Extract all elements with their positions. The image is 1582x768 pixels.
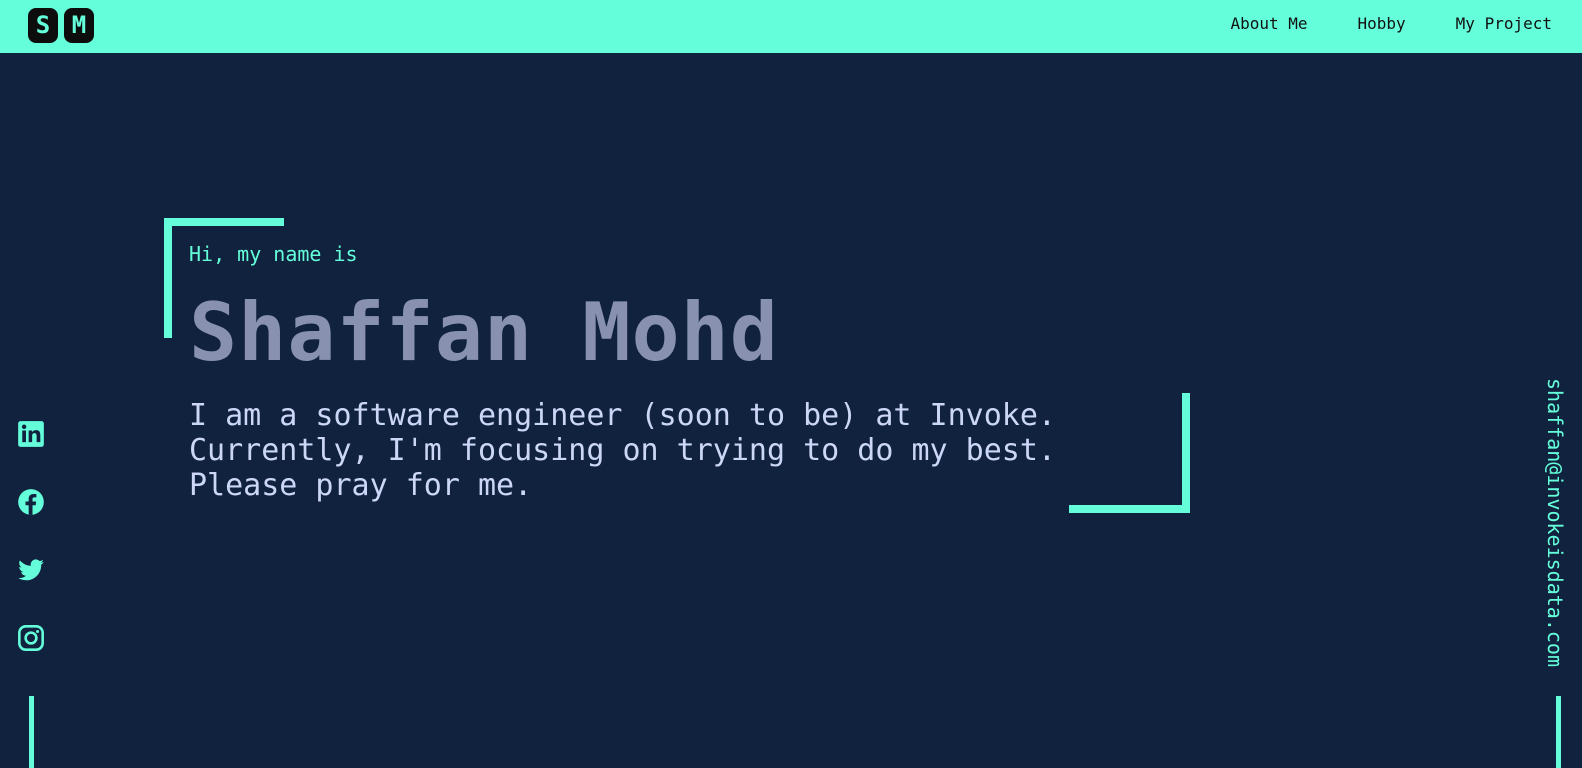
instagram-icon bbox=[18, 625, 44, 651]
nav-link-about-me[interactable]: About Me bbox=[1230, 14, 1307, 33]
nav-link-hobby[interactable]: Hobby bbox=[1358, 14, 1406, 33]
twitter-link[interactable] bbox=[17, 556, 45, 584]
hero-greeting: Hi, my name is bbox=[189, 242, 358, 266]
top-navbar: S M About Me Hobby My Project bbox=[0, 0, 1582, 53]
bio-line: Currently, I'm focusing on trying to do … bbox=[189, 433, 1056, 468]
logo-letter-s: S bbox=[28, 8, 58, 43]
social-links bbox=[17, 420, 45, 652]
right-decorative-line bbox=[1556, 696, 1561, 768]
bio-line: Please pray for me. bbox=[189, 468, 533, 503]
hero-name: Shaffan Mohd bbox=[189, 286, 779, 379]
logo[interactable]: S M bbox=[28, 8, 94, 43]
facebook-link[interactable] bbox=[17, 488, 45, 516]
corner-bracket-bottom-right-vertical bbox=[1182, 393, 1190, 513]
hero-bio: I am a software engineer (soon to be) at… bbox=[189, 398, 1149, 503]
logo-letter-m: M bbox=[64, 8, 94, 43]
bio-line: I am a software engineer (soon to be) at… bbox=[189, 398, 1056, 433]
twitter-icon bbox=[18, 559, 44, 581]
nav-link-my-project[interactable]: My Project bbox=[1456, 14, 1552, 33]
email-link[interactable]: shaffan@invokeisdata.com bbox=[1543, 378, 1567, 667]
corner-bracket-top-left bbox=[164, 218, 284, 226]
linkedin-link[interactable] bbox=[17, 420, 45, 448]
corner-bracket-bottom-right bbox=[1069, 505, 1190, 513]
instagram-link[interactable] bbox=[17, 624, 45, 652]
left-decorative-line bbox=[29, 696, 34, 768]
main-nav: About Me Hobby My Project bbox=[1230, 14, 1552, 33]
linkedin-icon bbox=[18, 421, 44, 447]
corner-bracket-top-left-vertical bbox=[164, 218, 172, 338]
facebook-icon bbox=[18, 489, 44, 515]
